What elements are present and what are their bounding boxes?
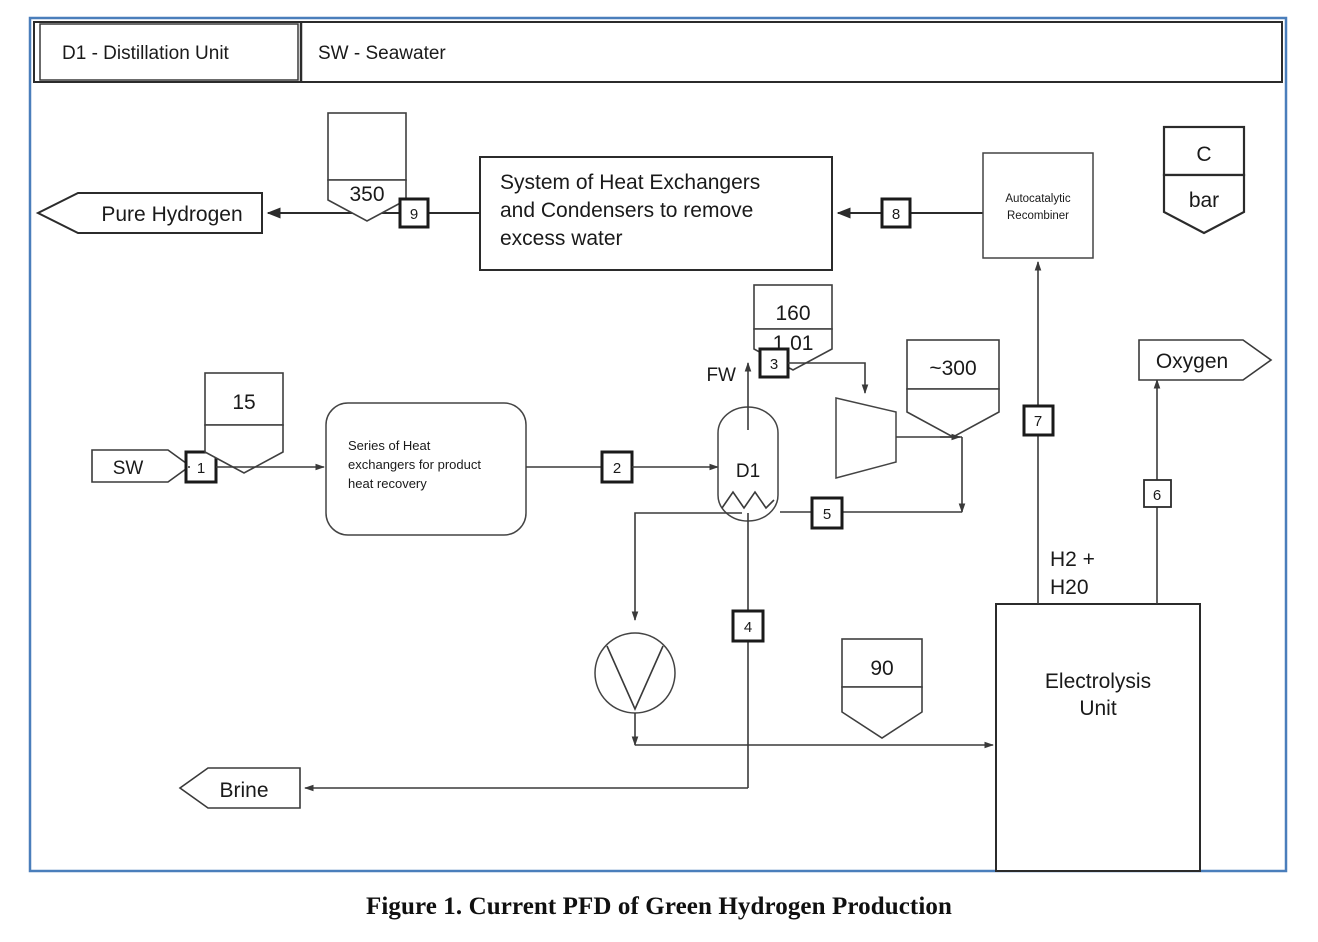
stream-tag-7: 7 bbox=[1022, 404, 1055, 437]
stream-tag-7-label: 7 bbox=[1034, 413, 1042, 430]
heat-recovery-line3: heat recovery bbox=[348, 476, 427, 491]
flag-stream1-temperature: 15 bbox=[232, 391, 255, 414]
stream-line-3 bbox=[788, 362, 869, 394]
electrolysis-line2: Unit bbox=[1079, 697, 1117, 720]
recombiner-line1: Autocatalytic bbox=[1005, 193, 1070, 205]
condenser-system-line1: System of Heat Exchangers bbox=[500, 171, 760, 194]
flag-compressor-out: ~300 bbox=[906, 339, 1000, 438]
pump-inlet-line bbox=[631, 512, 742, 621]
seawater-label: SW bbox=[113, 458, 144, 479]
pure-hydrogen-label: Pure Hydrogen bbox=[101, 203, 242, 226]
unit-electrolysis: Electrolysis Unit bbox=[995, 603, 1201, 872]
stream-tag-5-label: 5 bbox=[823, 506, 831, 523]
condenser-system-line3: excess water bbox=[500, 227, 623, 250]
flag-stream9: 350 bbox=[327, 112, 407, 222]
stream-tag-4-label: 4 bbox=[744, 619, 752, 636]
legend-label-d1: D1 - Distillation Unit bbox=[62, 43, 230, 64]
stream-tag-6-label: 6 bbox=[1153, 487, 1161, 504]
key-flag-pressure-unit: bar bbox=[1189, 189, 1219, 212]
stream-tag-2: 2 bbox=[600, 450, 634, 484]
oxygen-label: Oxygen bbox=[1156, 350, 1228, 373]
flag-electrolysis-feed: 90 bbox=[841, 638, 923, 739]
unit-autocatalytic-recombiner: Autocatalytic Recombiner bbox=[982, 152, 1094, 259]
node-seawater-in: SW bbox=[91, 449, 192, 483]
legend-label-sw: SW - Seawater bbox=[318, 43, 446, 64]
stream-tag-9: 9 bbox=[398, 197, 430, 229]
heat-recovery-line1: Series of Heat bbox=[348, 438, 431, 453]
recycle-label-line1: H2 + bbox=[1050, 548, 1095, 571]
unit-heat-recovery: Series of Heat exchangers for product he… bbox=[325, 402, 527, 536]
node-brine-out: Brine bbox=[178, 767, 301, 809]
stream-tag-3-label: 3 bbox=[770, 356, 778, 373]
stream-tag-9-label: 9 bbox=[410, 206, 418, 223]
stream-tag-1-label: 1 bbox=[197, 460, 205, 477]
stream-tag-8-label: 8 bbox=[892, 206, 900, 223]
flag-electrolysis-feed-temperature: 90 bbox=[870, 657, 893, 680]
process-flow-diagram: D1 - Distillation Unit SW - Seawater C b… bbox=[28, 16, 1288, 873]
stream-tag-2-label: 2 bbox=[613, 460, 621, 477]
stream-tag-4: 4 bbox=[731, 609, 765, 643]
electrolysis-line1: Electrolysis bbox=[1045, 670, 1151, 693]
condenser-system-line2: and Condensers to remove bbox=[500, 199, 753, 222]
recombiner-line2: Recombiner bbox=[1007, 210, 1069, 222]
unit-condenser-system: System of Heat Exchangers and Condensers… bbox=[479, 156, 833, 271]
stream-tag-3: 3 bbox=[758, 347, 790, 379]
unit-pump bbox=[594, 632, 676, 714]
legend-cell-sw bbox=[300, 24, 1280, 80]
stream-tag-5: 5 bbox=[810, 496, 844, 530]
flag-stream1: 15 bbox=[204, 372, 284, 474]
heat-recovery-line2: exchangers for product bbox=[348, 457, 481, 472]
figure-caption: Figure 1. Current PFD of Green Hydrogen … bbox=[366, 893, 952, 920]
recycle-label-line2: H20 bbox=[1050, 576, 1089, 599]
flag-compressor-out-temperature: ~300 bbox=[929, 357, 976, 380]
flag-stream9-pressure: 350 bbox=[349, 183, 384, 206]
stream-tag-1: 1 bbox=[184, 450, 218, 484]
node-oxygen-out: Oxygen bbox=[1138, 339, 1273, 381]
fresh-water-label: FW bbox=[706, 365, 736, 386]
key-flag-temperature-unit: C bbox=[1196, 143, 1211, 166]
flag-stream3-temperature: 160 bbox=[775, 302, 810, 325]
unit-compressor bbox=[835, 397, 897, 479]
stream-tag-8: 8 bbox=[880, 197, 912, 229]
stream-tag-6: 6 bbox=[1143, 479, 1172, 508]
condition-key-flag: C bar bbox=[1162, 125, 1246, 235]
legend-bar: D1 - Distillation Unit SW - Seawater bbox=[33, 21, 1283, 83]
pfd-figure: D1 - Distillation Unit SW - Seawater C b… bbox=[0, 0, 1318, 942]
column-label-d1: D1 bbox=[736, 461, 760, 482]
brine-label: Brine bbox=[219, 779, 268, 802]
node-pure-hydrogen-out: Pure Hydrogen bbox=[35, 192, 263, 234]
